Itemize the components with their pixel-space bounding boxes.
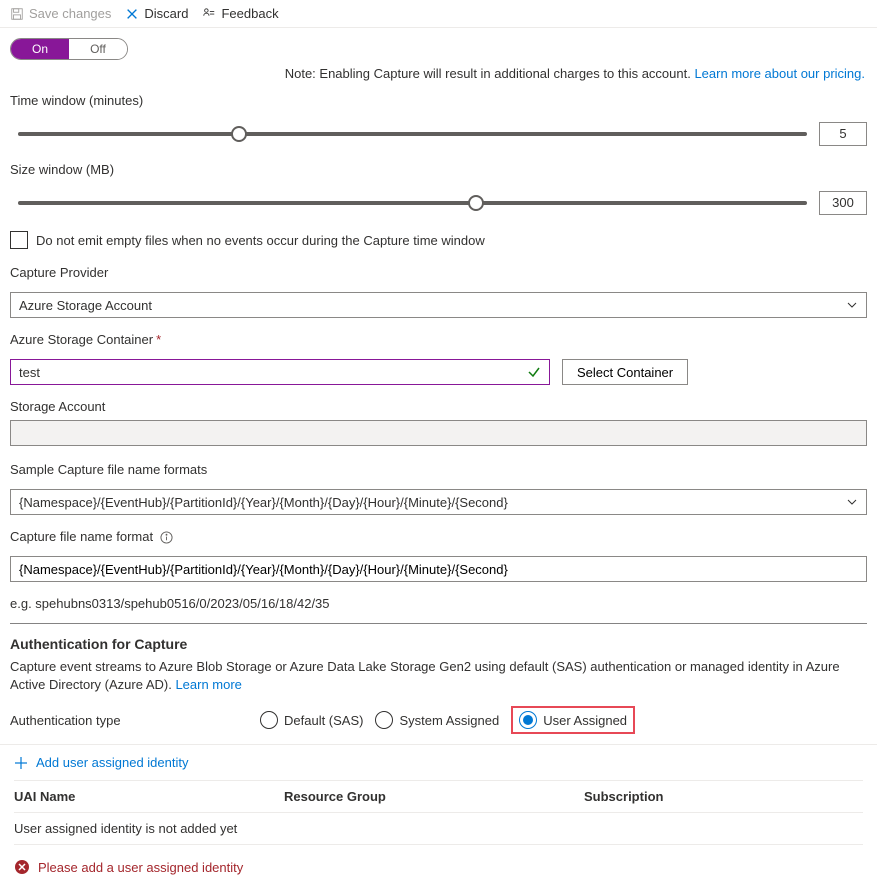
save-button: Save changes — [10, 6, 111, 21]
capture-toggle[interactable]: On Off — [10, 38, 128, 60]
add-identity-button[interactable]: Add user assigned identity — [0, 745, 877, 780]
identity-table: UAI Name Resource Group Subscription Use… — [0, 780, 877, 845]
radio-icon — [375, 711, 393, 729]
table-header: UAI Name Resource Group Subscription — [14, 780, 863, 813]
radio-user-assigned[interactable]: User Assigned — [511, 706, 635, 734]
separator — [10, 623, 867, 624]
radio-icon-selected — [519, 711, 537, 729]
radio-icon — [260, 711, 278, 729]
check-icon — [527, 365, 541, 379]
slider-thumb[interactable] — [468, 195, 484, 211]
toolbar: Save changes Discard Feedback — [0, 0, 877, 28]
discard-button[interactable]: Discard — [125, 6, 188, 21]
time-window-label: Time window (minutes) — [10, 93, 867, 108]
auth-description: Capture event streams to Azure Blob Stor… — [0, 656, 877, 700]
file-name-format-label: Capture file name format — [10, 529, 867, 544]
close-icon — [125, 7, 139, 21]
storage-container-input[interactable]: test — [10, 359, 550, 385]
col-subscription: Subscription — [584, 789, 863, 804]
required-indicator: * — [156, 332, 161, 347]
col-uai-name: UAI Name — [14, 789, 284, 804]
feedback-icon — [202, 7, 216, 21]
empty-message: User assigned identity is not added yet — [14, 821, 284, 836]
table-row: User assigned identity is not added yet — [14, 813, 863, 845]
plus-icon — [14, 756, 28, 770]
capture-provider-label: Capture Provider — [10, 265, 867, 280]
select-container-button[interactable]: Select Container — [562, 359, 688, 385]
col-resource-group: Resource Group — [284, 789, 584, 804]
pricing-note: Note: Enabling Capture will result in ad… — [0, 64, 877, 87]
storage-account-label: Storage Account — [10, 399, 867, 414]
info-icon[interactable] — [160, 531, 173, 544]
validation-error: Please add a user assigned identity — [0, 845, 877, 889]
auth-learn-more-link[interactable]: Learn more — [175, 677, 241, 692]
example-text: e.g. spehubns0313/spehub0516/0/2023/05/1… — [0, 590, 877, 617]
note-text: Note: Enabling Capture will result in ad… — [285, 66, 695, 81]
storage-account-input — [10, 420, 867, 446]
size-window-value[interactable]: 300 — [819, 191, 867, 215]
chevron-down-icon — [846, 496, 858, 508]
file-name-format-input[interactable] — [10, 556, 867, 582]
no-emit-label: Do not emit empty files when no events o… — [36, 233, 485, 248]
capture-provider-value: Azure Storage Account — [19, 298, 152, 313]
time-window-slider[interactable] — [18, 132, 807, 136]
toggle-on: On — [11, 39, 69, 59]
sample-formats-label: Sample Capture file name formats — [10, 462, 867, 477]
auth-type-label: Authentication type — [10, 713, 260, 728]
storage-container-label: Azure Storage Container* — [10, 332, 867, 347]
time-window-value[interactable]: 5 — [819, 122, 867, 146]
discard-label: Discard — [144, 6, 188, 21]
capture-provider-select[interactable]: Azure Storage Account — [10, 292, 867, 318]
save-label: Save changes — [29, 6, 111, 21]
radio-default-sas[interactable]: Default (SAS) — [260, 711, 363, 729]
sample-formats-value: {Namespace}/{EventHub}/{PartitionId}/{Ye… — [19, 495, 508, 510]
error-text: Please add a user assigned identity — [38, 860, 243, 875]
feedback-button[interactable]: Feedback — [202, 6, 278, 21]
auth-title: Authentication for Capture — [0, 630, 877, 656]
pricing-link[interactable]: Learn more about our pricing. — [694, 66, 865, 81]
radio-system-assigned[interactable]: System Assigned — [375, 711, 499, 729]
auth-type-radio-group: Default (SAS) System Assigned User Assig… — [260, 706, 635, 734]
size-window-label: Size window (MB) — [10, 162, 867, 177]
size-window-slider[interactable] — [18, 201, 807, 205]
no-emit-checkbox[interactable] — [10, 231, 28, 249]
sample-formats-select[interactable]: {Namespace}/{EventHub}/{PartitionId}/{Ye… — [10, 489, 867, 515]
error-icon — [14, 859, 30, 875]
feedback-label: Feedback — [221, 6, 278, 21]
save-icon — [10, 7, 24, 21]
storage-container-value: test — [19, 365, 40, 380]
slider-thumb[interactable] — [231, 126, 247, 142]
chevron-down-icon — [846, 299, 858, 311]
toggle-off: Off — [69, 39, 127, 59]
